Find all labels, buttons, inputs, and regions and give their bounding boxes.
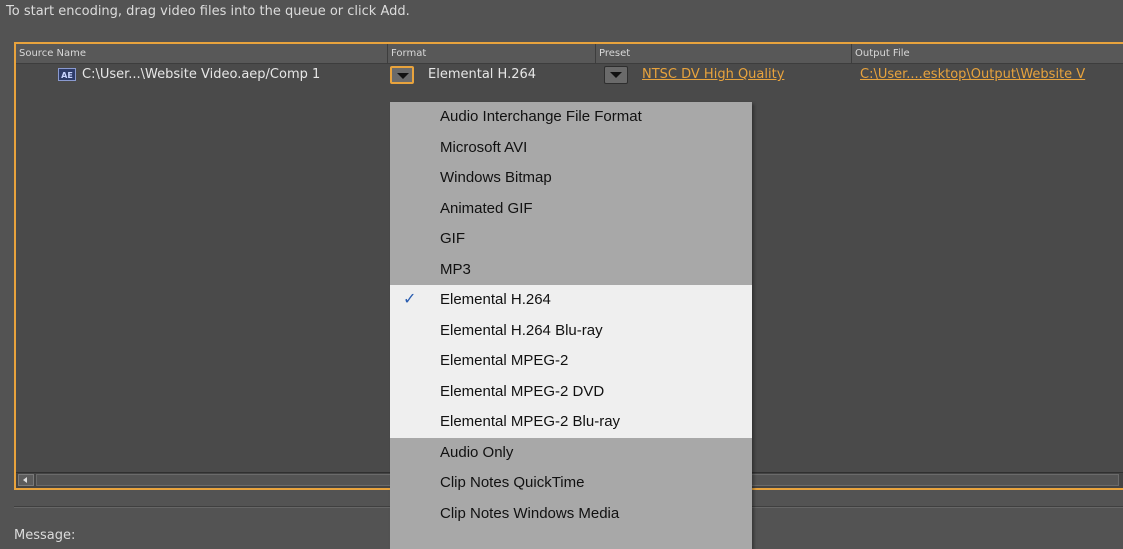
menu-item-label: GIF <box>440 230 465 247</box>
queue-column-headers: Source Name Format Preset Output File <box>16 44 1123 64</box>
after-effects-icon: AE <box>58 68 76 81</box>
output-file-link[interactable]: C:\User....esktop\Output\Website V <box>860 67 1085 82</box>
menu-item-microsoft-avi[interactable]: Microsoft AVI <box>390 133 752 164</box>
arrow-left-icon <box>23 477 27 483</box>
menu-item-clip-notes-quicktime[interactable]: Clip Notes QuickTime <box>390 468 752 499</box>
menu-item-animated-gif[interactable]: Animated GIF <box>390 194 752 225</box>
menu-item-audio-only[interactable]: Audio Only <box>390 438 752 469</box>
menu-item-label: Audio Interchange File Format <box>440 108 642 125</box>
column-header-source-name[interactable]: Source Name <box>16 44 388 63</box>
checkmark-icon: ✓ <box>403 291 417 308</box>
queue-row[interactable]: AE C:\User...\Website Video.aep/Comp 1 E… <box>16 64 1123 88</box>
menu-item-clip-notes-windows-media[interactable]: Clip Notes Windows Media <box>390 499 752 530</box>
menu-item-label: Clip Notes QuickTime <box>440 474 585 491</box>
format-value[interactable]: Elemental H.264 <box>428 67 536 82</box>
preset-dropdown-button[interactable] <box>604 66 628 84</box>
preset-link[interactable]: NTSC DV High Quality <box>642 67 784 82</box>
menu-item-label: Audio Only <box>440 443 514 461</box>
column-header-preset[interactable]: Preset <box>596 44 852 63</box>
queue-hint-text: To start encoding, drag video files into… <box>6 4 410 19</box>
menu-item-label: Elemental MPEG-2 DVD <box>440 382 605 400</box>
menu-item-label: Elemental MPEG-2 Blu-ray <box>440 413 621 430</box>
format-dropdown-button[interactable] <box>390 66 414 84</box>
menu-item-elemental-mpeg2-bluray[interactable]: Elemental MPEG-2 Blu-ray <box>390 407 752 438</box>
menu-item-gif[interactable]: GIF <box>390 224 752 255</box>
menu-item-windows-bitmap[interactable]: Windows Bitmap <box>390 163 752 194</box>
column-header-format[interactable]: Format <box>388 44 596 63</box>
menu-item-elemental-h264-bluray[interactable]: Elemental H.264 Blu-ray <box>390 315 752 346</box>
menu-item-label: Windows Bitmap <box>440 169 552 186</box>
menu-item-label: MP3 <box>440 260 471 278</box>
menu-item-label: Elemental H.264 Blu-ray <box>440 321 603 339</box>
menu-item-label: Animated GIF <box>440 199 533 217</box>
menu-item-label: Microsoft AVI <box>440 138 528 156</box>
menu-item-elemental-h264[interactable]: ✓ Elemental H.264 <box>390 285 752 316</box>
scroll-left-button[interactable] <box>18 474 34 486</box>
menu-item-mp3[interactable]: MP3 <box>390 255 752 286</box>
menu-item-audio-interchange[interactable]: Audio Interchange File Format <box>390 102 752 133</box>
menu-item-label: Clip Notes Windows Media <box>440 504 620 522</box>
chevron-down-icon <box>610 72 622 78</box>
message-label: Message: <box>14 528 76 543</box>
menu-item-label: Elemental MPEG-2 <box>440 352 569 369</box>
format-dropdown-menu[interactable]: Audio Interchange File Format Microsoft … <box>390 102 752 549</box>
chevron-down-icon <box>397 73 409 79</box>
source-name: C:\User...\Website Video.aep/Comp 1 <box>82 67 321 82</box>
menu-item-elemental-mpeg2-dvd[interactable]: Elemental MPEG-2 DVD <box>390 376 752 407</box>
column-header-output-file[interactable]: Output File <box>852 44 1123 63</box>
menu-item-elemental-mpeg2[interactable]: Elemental MPEG-2 <box>390 346 752 377</box>
menu-item-label: Elemental H.264 <box>440 291 551 308</box>
